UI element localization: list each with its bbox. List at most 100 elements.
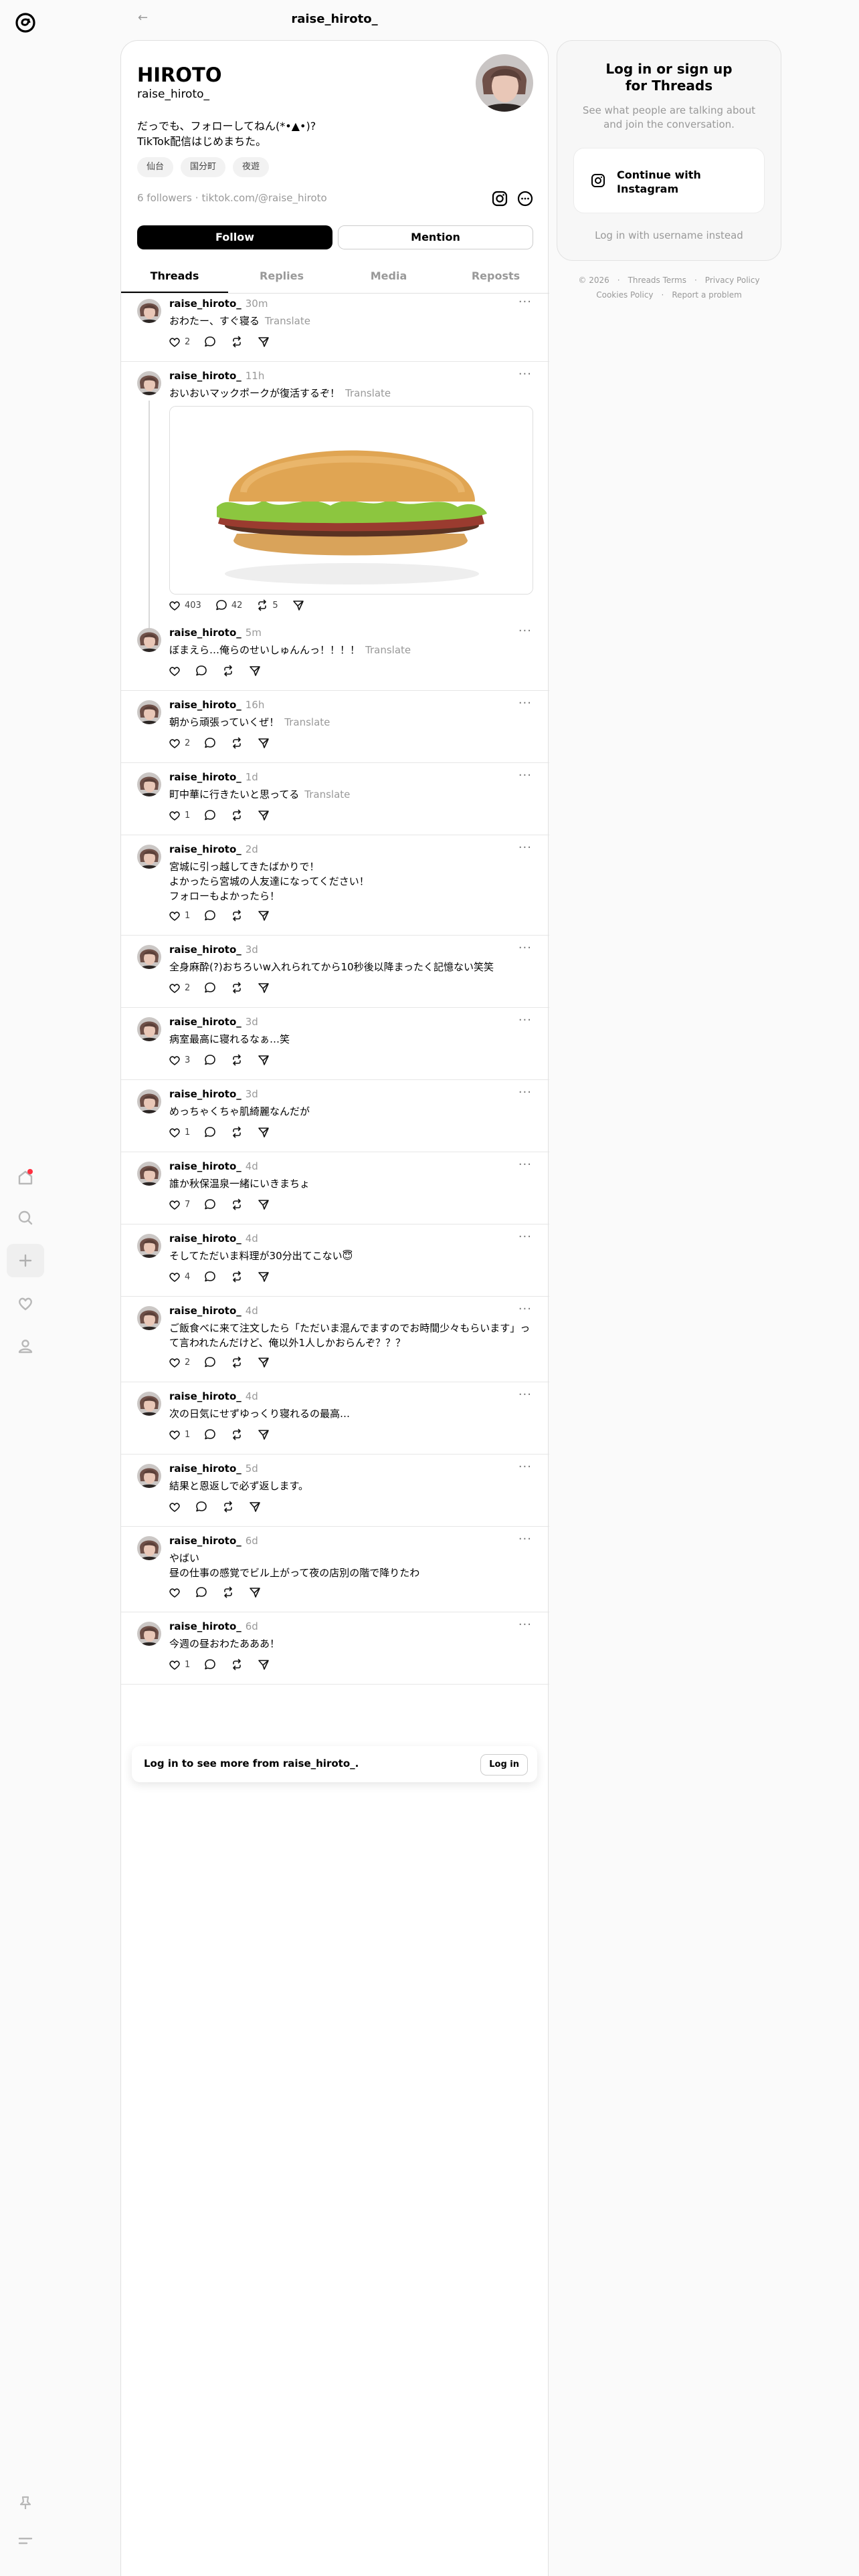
post-username[interactable]: raise_hiroto_: [169, 1016, 242, 1028]
share-button[interactable]: [292, 599, 305, 612]
like-button[interactable]: 2: [168, 1356, 190, 1369]
thread-post[interactable]: raise_hiroto_ 11h ··· おいおいマックポークが復活するぞ！ Tran…: [121, 362, 549, 639]
translate-link[interactable]: Translate: [365, 644, 411, 656]
post-username[interactable]: raise_hiroto_: [169, 1390, 242, 1402]
thread-post[interactable]: raise_hiroto_ 6d ··· 今週の昼おわたあああ！ 1: [121, 1612, 549, 1685]
nav-menu[interactable]: [7, 2524, 44, 2557]
reply-button[interactable]: [203, 1125, 217, 1139]
thread-post[interactable]: raise_hiroto_ 16h ··· 朝から頑張っていくぜ！ Translate 2: [121, 691, 549, 763]
share-button[interactable]: [257, 809, 270, 822]
repost-button[interactable]: [230, 1658, 244, 1671]
like-button[interactable]: 2: [168, 736, 190, 750]
mention-button[interactable]: Mention: [338, 225, 533, 249]
repost-button[interactable]: [230, 981, 244, 994]
reply-button[interactable]: 42: [215, 599, 242, 612]
reply-button[interactable]: [203, 1198, 217, 1211]
repost-button[interactable]: 5: [256, 599, 278, 612]
share-button[interactable]: [257, 981, 270, 994]
share-button[interactable]: [257, 1658, 270, 1671]
reply-button[interactable]: [203, 981, 217, 994]
thread-post[interactable]: raise_hiroto_ 30m ··· おわたー、すぐ寝る Translate 2: [121, 290, 549, 362]
post-time[interactable]: 4d: [246, 1160, 258, 1172]
thread-post[interactable]: raise_hiroto_ 5m ··· ぼまえら…俺らのせいしゅんんっ！！！！ Tra…: [121, 619, 549, 691]
repost-button[interactable]: [230, 1198, 244, 1211]
post-avatar[interactable]: [137, 628, 161, 652]
post-more-button[interactable]: ···: [518, 367, 532, 381]
post-username[interactable]: raise_hiroto_: [169, 298, 242, 310]
share-button[interactable]: [257, 1125, 270, 1139]
thread-post[interactable]: raise_hiroto_ 4d ··· そしてただいま料理が30分出てこない😇 4: [121, 1224, 549, 1297]
post-avatar[interactable]: [137, 1622, 161, 1646]
post-image-burger[interactable]: [169, 406, 533, 595]
reply-button[interactable]: [195, 1586, 208, 1599]
share-button[interactable]: [248, 1586, 262, 1599]
post-more-button[interactable]: ···: [518, 1230, 532, 1244]
nav-home[interactable]: [7, 1161, 44, 1194]
repost-button[interactable]: [230, 809, 244, 822]
repost-button[interactable]: [230, 1125, 244, 1139]
post-more-button[interactable]: ···: [518, 1158, 532, 1172]
like-button[interactable]: 403: [168, 599, 201, 612]
nav-profile[interactable]: [7, 1329, 44, 1363]
post-time[interactable]: 6d: [246, 1535, 258, 1547]
repost-button[interactable]: [230, 1053, 244, 1067]
tab-reposts[interactable]: Reposts: [442, 261, 549, 293]
post-avatar[interactable]: [137, 371, 161, 395]
username-login-link[interactable]: Log in with username instead: [557, 229, 781, 241]
thread-post[interactable]: raise_hiroto_ 4d ··· 誰か秋保温泉一緒にいきまちょ 7: [121, 1152, 549, 1224]
reply-button[interactable]: [203, 335, 217, 348]
thread-post[interactable]: raise_hiroto_ 5d ··· 結果と恩返しで必ず返します。: [121, 1455, 549, 1527]
threads-logo-icon[interactable]: [12, 9, 39, 36]
more-circle-icon[interactable]: [516, 189, 535, 208]
nav-pin[interactable]: [7, 2486, 44, 2520]
reply-button[interactable]: [203, 1658, 217, 1671]
like-button[interactable]: 4: [168, 1270, 190, 1283]
post-more-button[interactable]: ···: [518, 1302, 532, 1316]
post-avatar[interactable]: [137, 772, 161, 796]
share-button[interactable]: [248, 664, 262, 677]
repost-button[interactable]: [221, 1500, 235, 1513]
thread-post[interactable]: raise_hiroto_ 3d ··· 全身麻酔(?)おちろいw入れられてから10秒…: [121, 936, 549, 1008]
tag-chip[interactable]: 仙台: [137, 157, 174, 177]
repost-button[interactable]: [230, 1428, 244, 1441]
post-avatar[interactable]: [137, 845, 161, 869]
post-avatar[interactable]: [137, 299, 161, 323]
instagram-icon[interactable]: [490, 189, 509, 208]
post-avatar[interactable]: [137, 1017, 161, 1041]
nav-create[interactable]: [7, 1244, 44, 1277]
post-more-button[interactable]: ···: [518, 1532, 532, 1546]
post-more-button[interactable]: ···: [518, 1013, 532, 1027]
post-username[interactable]: raise_hiroto_: [169, 1088, 242, 1100]
repost-button[interactable]: [230, 1356, 244, 1369]
translate-link[interactable]: Translate: [304, 788, 350, 800]
post-time[interactable]: 4d: [246, 1305, 258, 1317]
thread-post[interactable]: raise_hiroto_ 1d ··· 町中華に行きたいと思ってる Translate…: [121, 763, 549, 835]
post-time[interactable]: 16h: [246, 699, 265, 711]
thread-post[interactable]: raise_hiroto_ 6d ··· やばい 昼の仕事の感覚でビル上がって夜の店別…: [121, 1527, 549, 1612]
footer-link[interactable]: Cookies Policy: [596, 290, 653, 300]
footer-link[interactable]: Privacy Policy: [705, 276, 760, 285]
post-username[interactable]: raise_hiroto_: [169, 944, 242, 956]
translate-link[interactable]: Translate: [265, 315, 310, 327]
post-time[interactable]: 4d: [246, 1390, 258, 1402]
post-username[interactable]: raise_hiroto_: [169, 627, 242, 639]
translate-link[interactable]: Translate: [284, 716, 330, 728]
share-button[interactable]: [257, 1270, 270, 1283]
repost-button[interactable]: [221, 664, 235, 677]
post-username[interactable]: raise_hiroto_: [169, 370, 242, 382]
post-time[interactable]: 3d: [246, 944, 258, 956]
like-button[interactable]: 1: [168, 809, 190, 822]
post-time[interactable]: 3d: [246, 1016, 258, 1028]
post-time[interactable]: 3d: [246, 1088, 258, 1100]
post-avatar[interactable]: [137, 1464, 161, 1488]
share-button[interactable]: [257, 1428, 270, 1441]
tab-threads[interactable]: Threads: [121, 261, 228, 293]
post-avatar[interactable]: [137, 1089, 161, 1113]
repost-button[interactable]: [230, 335, 244, 348]
followers-count[interactable]: 6 followers: [137, 192, 192, 204]
like-button[interactable]: [168, 1500, 181, 1513]
like-button[interactable]: 3: [168, 1053, 190, 1067]
post-username[interactable]: raise_hiroto_: [169, 1620, 242, 1632]
like-button[interactable]: 2: [168, 335, 190, 348]
share-button[interactable]: [257, 1053, 270, 1067]
